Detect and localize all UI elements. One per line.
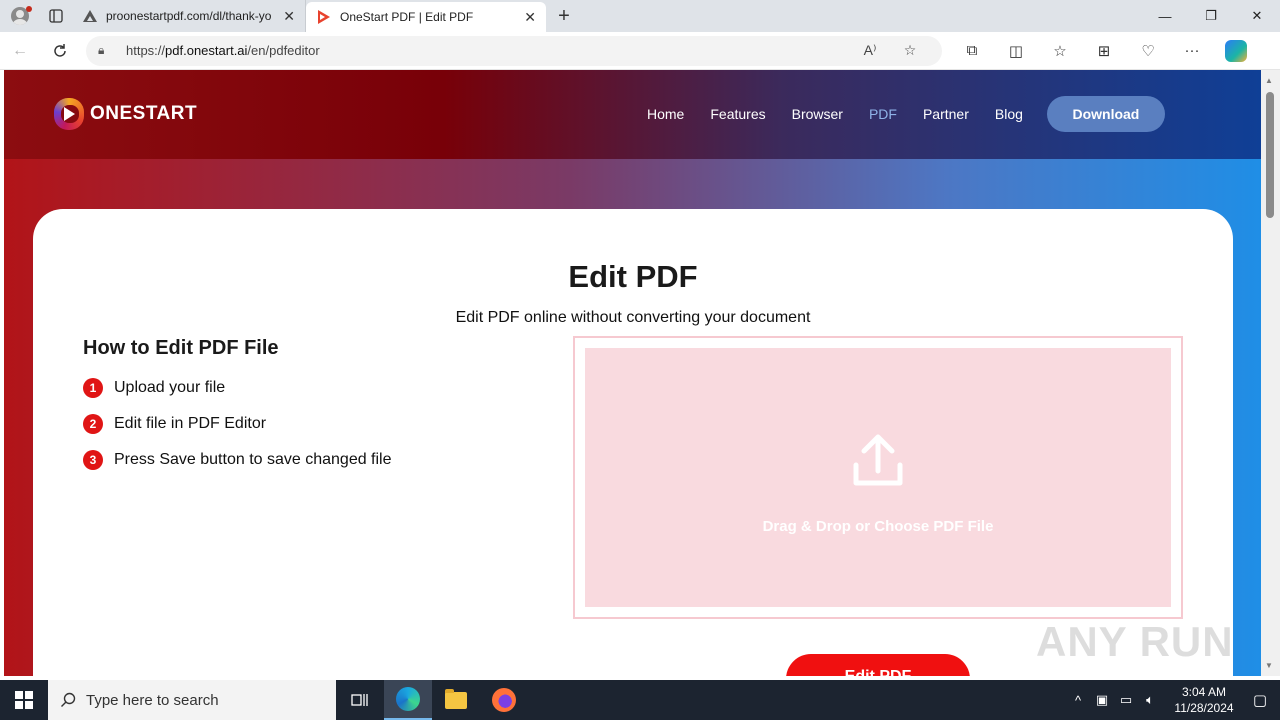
scroll-thumb[interactable] <box>1266 92 1274 218</box>
site-favicon-icon <box>82 8 98 24</box>
step-item: 2 Edit file in PDF Editor <box>83 406 392 442</box>
how-to-title: How to Edit PDF File <box>83 337 279 359</box>
close-tab-icon[interactable]: ✕ <box>283 8 295 25</box>
site-nav: Home Features Browser PDF Partner Blog D… <box>647 96 1165 132</box>
task-view-icon <box>351 694 368 706</box>
tab-title: OneStart PDF | Edit PDF <box>340 10 474 24</box>
firefox-icon <box>492 688 516 712</box>
step-item: 3 Press Save button to save changed file <box>83 442 392 478</box>
scroll-down-icon[interactable]: ▼ <box>1265 661 1273 670</box>
notification-dot <box>26 6 32 12</box>
copilot-button[interactable] <box>1214 32 1258 70</box>
tab-title: proonestartpdf.com/dl/thank-yo <box>106 9 272 23</box>
start-button[interactable] <box>0 680 48 720</box>
restore-button[interactable]: ❐ <box>1188 0 1234 32</box>
search-placeholder: Type here to search <box>86 691 219 709</box>
step-text: Press Save button to save changed file <box>114 451 392 468</box>
nav-home[interactable]: Home <box>647 106 684 122</box>
editor-card: Edit PDF Edit PDF online without convert… <box>33 209 1233 676</box>
folder-icon <box>445 688 467 709</box>
page-title: Edit PDF <box>568 259 698 294</box>
minimize-button[interactable]: — <box>1142 0 1188 32</box>
nav-features[interactable]: Features <box>710 106 765 122</box>
notifications-icon[interactable]: ▢ <box>1240 691 1280 709</box>
more-menu-icon[interactable]: ··· <box>1170 32 1214 70</box>
window-controls: — ❐ ✕ <box>1142 0 1280 32</box>
close-tab-icon[interactable]: ✕ <box>524 9 536 26</box>
edit-pdf-button[interactable]: Edit PDF <box>786 654 970 676</box>
refresh-button[interactable] <box>40 32 80 70</box>
step-number-badge: 3 <box>83 450 103 470</box>
url-text: https://pdf.onestart.ai/en/pdfeditor <box>126 43 320 58</box>
split-screen-icon[interactable]: ◫ <box>994 32 1038 70</box>
logo-text: ONESTART <box>90 103 198 124</box>
extensions-icon[interactable]: ⧉ <box>950 32 994 70</box>
page-scrollbar[interactable]: ▲ ▼ <box>1261 70 1280 676</box>
nav-browser[interactable]: Browser <box>792 106 843 122</box>
step-text: Upload your file <box>114 379 226 396</box>
device-icon[interactable]: ▣ <box>1090 692 1114 708</box>
favorite-star-icon[interactable]: ☆ <box>890 42 930 59</box>
page-subtitle: Edit PDF online without converting your … <box>455 309 811 326</box>
dropzone-label: Drag & Drop or Choose PDF File <box>762 518 994 535</box>
upload-icon <box>853 434 903 486</box>
windows-taskbar: Type here to search ^ ▣ ▭ 🔈︎ 3:04 AM 11/… <box>0 680 1280 720</box>
tab-onestart-pdf[interactable]: OneStart PDF | Edit PDF ✕ <box>306 2 546 32</box>
onestart-logo-icon <box>54 98 84 130</box>
site-header: ONESTART Home Features Browser PDF Partn… <box>4 70 1261 159</box>
tab-actions-icon <box>49 9 63 23</box>
step-item: 1 Upload your file <box>83 370 392 406</box>
anyrun-watermark: ANY RUN <box>1036 618 1234 665</box>
nav-pdf[interactable]: PDF <box>869 106 897 122</box>
clock-time: 3:04 AM <box>1181 685 1227 699</box>
address-bar[interactable]: 🔒︎ https://pdf.onestart.ai/en/pdfeditor … <box>86 35 942 66</box>
onestart-favicon-icon <box>316 9 332 25</box>
tab-actions-button[interactable] <box>40 0 72 32</box>
nav-blog[interactable]: Blog <box>995 106 1023 122</box>
clock-date: 11/28/2024 <box>1174 701 1234 715</box>
search-icon <box>61 692 76 707</box>
chevron-up-icon[interactable]: ^ <box>1066 693 1090 708</box>
onestart-logo[interactable]: ONESTART <box>54 98 197 130</box>
copilot-icon <box>1225 39 1247 62</box>
taskbar-file-explorer[interactable] <box>432 680 480 720</box>
taskbar-firefox[interactable] <box>480 680 528 720</box>
profile-button[interactable] <box>0 0 40 32</box>
tab-thank-you[interactable]: proonestartpdf.com/dl/thank-yo ✕ <box>72 0 306 32</box>
how-to-section: How to Edit PDF File 1 Upload your file … <box>83 337 392 478</box>
collections-icon[interactable]: ⊞ <box>1082 32 1126 70</box>
browser-essentials-icon[interactable]: ♡ <box>1126 32 1170 70</box>
new-tab-button[interactable]: + <box>546 0 582 32</box>
step-number-badge: 1 <box>83 378 103 398</box>
back-button[interactable]: ← <box>0 32 40 70</box>
step-text: Edit file in PDF Editor <box>114 415 267 432</box>
address-toolbar: ← 🔒︎ https://pdf.onestart.ai/en/pdfedito… <box>0 32 1280 70</box>
clock[interactable]: 3:04 AM 11/28/2024 <box>1168 684 1240 716</box>
read-aloud-icon[interactable]: A⁾ <box>850 42 890 59</box>
nav-partner[interactable]: Partner <box>923 106 969 122</box>
system-tray: ^ ▣ ▭ 🔈︎ 3:04 AM 11/28/2024 ▢ <box>1066 680 1280 720</box>
upload-dropzone-frame: Drag & Drop or Choose PDF File <box>573 336 1183 619</box>
upload-dropzone[interactable]: Drag & Drop or Choose PDF File <box>585 348 1171 607</box>
task-view-button[interactable] <box>336 680 384 720</box>
page-viewport: ONESTART Home Features Browser PDF Partn… <box>4 70 1261 676</box>
network-icon[interactable]: ▭ <box>1114 692 1138 708</box>
refresh-icon <box>54 43 66 57</box>
step-number-badge: 2 <box>83 414 103 434</box>
download-button[interactable]: Download <box>1046 96 1165 132</box>
taskbar-edge[interactable] <box>384 680 432 720</box>
browser-tab-bar: proonestartpdf.com/dl/thank-yo ✕ OneStar… <box>0 0 1280 32</box>
scroll-up-icon[interactable]: ▲ <box>1265 76 1273 85</box>
lock-icon: 🔒︎ <box>98 43 105 57</box>
close-window-button[interactable]: ✕ <box>1234 0 1280 32</box>
favorites-icon[interactable]: ☆ <box>1038 32 1082 70</box>
edge-icon <box>396 687 420 711</box>
volume-icon[interactable]: 🔈︎ <box>1138 692 1162 708</box>
taskbar-search[interactable]: Type here to search <box>48 680 336 720</box>
windows-logo-icon <box>15 691 33 709</box>
